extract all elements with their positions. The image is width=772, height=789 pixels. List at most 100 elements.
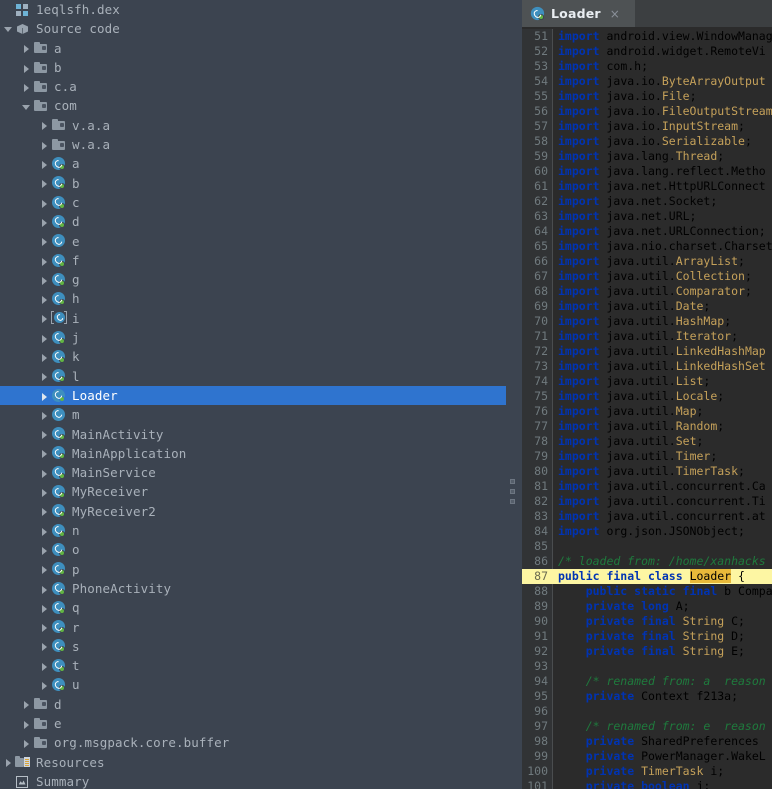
code-line[interactable]: 90 private final String C; xyxy=(522,614,772,629)
code-line[interactable]: 100 private TimerTask i; xyxy=(522,764,772,779)
tab-loader[interactable]: Loader × xyxy=(522,0,635,27)
code-line[interactable]: 101 private boolean j; xyxy=(522,779,772,789)
chevron-right-icon[interactable] xyxy=(38,637,51,656)
chevron-right-icon[interactable] xyxy=(20,733,33,752)
tree-item-c[interactable]: c xyxy=(0,193,506,212)
tree-item-mainapplication[interactable]: MainApplication xyxy=(0,444,506,463)
chevron-right-icon[interactable] xyxy=(20,695,33,714)
code-line[interactable]: 62 import java.net.Socket; xyxy=(522,194,772,209)
code-line[interactable]: 97 /* renamed from: e reason xyxy=(522,719,772,734)
tree-item-d[interactable]: d xyxy=(0,695,506,714)
code-line[interactable]: 54 import java.io.ByteArrayOutput xyxy=(522,74,772,89)
code-line[interactable]: 85 xyxy=(522,539,772,554)
tree-item-m[interactable]: m xyxy=(0,405,506,424)
code-line[interactable]: 66 import java.util.ArrayList; xyxy=(522,254,772,269)
code-line[interactable]: 53 import com.h; xyxy=(522,59,772,74)
code-line[interactable]: 83 import java.util.concurrent.at xyxy=(522,509,772,524)
chevron-right-icon[interactable] xyxy=(38,290,51,309)
tree-item-myreceiver2[interactable]: MyReceiver2 xyxy=(0,502,506,521)
tree-item-p[interactable]: p xyxy=(0,560,506,579)
tree-item-resources[interactable]: Resources xyxy=(0,753,506,772)
code-line[interactable]: 63 import java.net.URL; xyxy=(522,209,772,224)
tree-item-loader[interactable]: Loader xyxy=(0,385,506,406)
chevron-right-icon[interactable] xyxy=(38,483,51,502)
tree-item-s[interactable]: s xyxy=(0,637,506,656)
code-view[interactable]: 51 import android.view.WindowManag 52 impor… xyxy=(522,29,772,789)
code-line[interactable]: 94 /* renamed from: a reason xyxy=(522,674,772,689)
code-line[interactable]: 56 import java.io.FileOutputStream xyxy=(522,104,772,119)
code-line[interactable]: 73 import java.util.LinkedHashSet xyxy=(522,359,772,374)
code-line[interactable]: 59 import java.lang.Thread; xyxy=(522,149,772,164)
chevron-right-icon[interactable] xyxy=(38,579,51,598)
chevron-right-icon[interactable] xyxy=(38,502,51,521)
code-line[interactable]: 79 import java.util.Timer; xyxy=(522,449,772,464)
code-line[interactable]: 55 import java.io.File; xyxy=(522,89,772,104)
chevron-right-icon[interactable] xyxy=(38,270,51,289)
chevron-right-icon[interactable] xyxy=(20,58,33,77)
tree-item-w-a-a[interactable]: w.a.a xyxy=(0,135,506,154)
code-line[interactable]: 58 import java.io.Serializable; xyxy=(522,134,772,149)
tree-item-t[interactable]: t xyxy=(0,656,506,675)
chevron-right-icon[interactable] xyxy=(38,598,51,617)
tree-item-j[interactable]: j xyxy=(0,328,506,347)
chevron-right-icon[interactable] xyxy=(38,116,51,135)
tree-item-v-a-a[interactable]: v.a.a xyxy=(0,116,506,135)
code-line[interactable]: 89 private long A; xyxy=(522,599,772,614)
tree-item-f[interactable]: f xyxy=(0,251,506,270)
chevron-right-icon[interactable] xyxy=(38,618,51,637)
code-line[interactable]: 69 import java.util.Date; xyxy=(522,299,772,314)
chevron-right-icon[interactable] xyxy=(38,367,51,386)
code-line[interactable]: 67 import java.util.Collection; xyxy=(522,269,772,284)
chevron-right-icon[interactable] xyxy=(38,174,51,193)
chevron-right-icon[interactable] xyxy=(38,135,51,154)
chevron-right-icon[interactable] xyxy=(38,232,51,251)
tree-item-g[interactable]: g xyxy=(0,270,506,289)
tree-item-b[interactable]: b xyxy=(0,174,506,193)
code-line[interactable]: 57 import java.io.InputStream; xyxy=(522,119,772,134)
code-line[interactable]: 75 import java.util.Locale; xyxy=(522,389,772,404)
tree-item-i[interactable]: i xyxy=(0,309,506,328)
code-line[interactable]: 70 import java.util.HashMap; xyxy=(522,314,772,329)
code-line[interactable]: 86 /* loaded from: /home/xanhacks xyxy=(522,554,772,569)
tree-item-d[interactable]: d xyxy=(0,212,506,231)
code-line[interactable]: 98 private SharedPreferences xyxy=(522,734,772,749)
code-line[interactable]: 99 private PowerManager.WakeL xyxy=(522,749,772,764)
code-line[interactable]: 96 xyxy=(522,704,772,719)
tree-item-n[interactable]: n xyxy=(0,521,506,540)
tree-item-c-a[interactable]: c.a xyxy=(0,77,506,96)
tree-item-r[interactable]: r xyxy=(0,618,506,637)
chevron-right-icon[interactable] xyxy=(38,251,51,270)
chevron-right-icon[interactable] xyxy=(38,425,51,444)
tree-item-q[interactable]: q xyxy=(0,598,506,617)
code-line[interactable]: 61 import java.net.HttpURLConnect xyxy=(522,179,772,194)
chevron-right-icon[interactable] xyxy=(20,39,33,58)
code-line[interactable]: 71 import java.util.Iterator; xyxy=(522,329,772,344)
code-line[interactable]: 74 import java.util.List; xyxy=(522,374,772,389)
code-line[interactable]: 60 import java.lang.reflect.Metho xyxy=(522,164,772,179)
code-line[interactable]: 87 public final class Loader { xyxy=(522,569,772,584)
chevron-right-icon[interactable] xyxy=(38,212,51,231)
tree-item-summary[interactable]: Summary xyxy=(0,772,506,789)
tree-item-a[interactable]: a xyxy=(0,154,506,173)
code-line[interactable]: 51 import android.view.WindowManag xyxy=(522,29,772,44)
code-line[interactable]: 84 import org.json.JSONObject; xyxy=(522,524,772,539)
chevron-right-icon[interactable] xyxy=(38,328,51,347)
code-line[interactable]: 81 import java.util.concurrent.Ca xyxy=(522,479,772,494)
tree-item-a[interactable]: a xyxy=(0,39,506,58)
splitter-grip-handle[interactable] xyxy=(510,479,517,510)
code-line[interactable]: 64 import java.net.URLConnection; xyxy=(522,224,772,239)
code-line[interactable]: 77 import java.util.Random; xyxy=(522,419,772,434)
tree-item-org-msgpack-core-buffer[interactable]: org.msgpack.core.buffer xyxy=(0,733,506,752)
chevron-right-icon[interactable] xyxy=(38,676,51,695)
code-line[interactable]: 78 import java.util.Set; xyxy=(522,434,772,449)
tree-item-u[interactable]: u xyxy=(0,675,506,694)
tree-item-phoneactivity[interactable]: PhoneActivity xyxy=(0,579,506,598)
close-icon[interactable]: × xyxy=(610,8,620,20)
chevron-right-icon[interactable] xyxy=(38,521,51,540)
chevron-right-icon[interactable] xyxy=(38,347,51,366)
chevron-right-icon[interactable] xyxy=(38,444,51,463)
chevron-right-icon[interactable] xyxy=(38,405,51,424)
chevron-right-icon[interactable] xyxy=(38,193,51,212)
tree-item-e[interactable]: e xyxy=(0,232,506,251)
chevron-right-icon[interactable] xyxy=(38,386,51,405)
